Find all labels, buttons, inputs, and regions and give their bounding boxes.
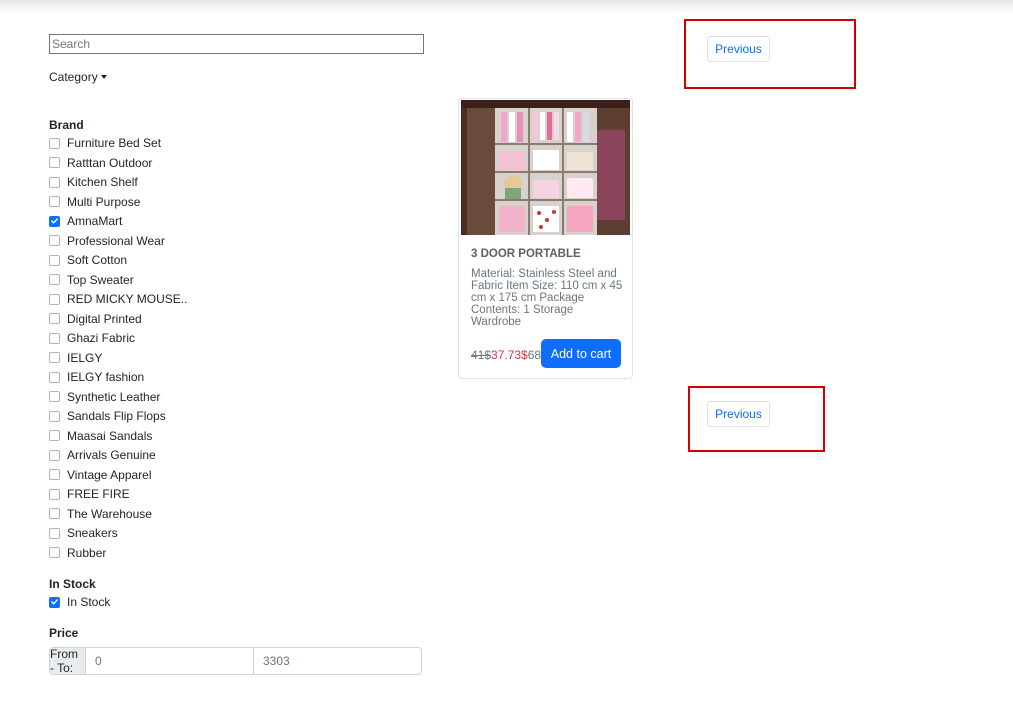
brand-option-label: Ghazi Fabric bbox=[67, 331, 136, 345]
brand-option[interactable]: Kitchen Shelf bbox=[49, 174, 138, 190]
brand-option-label: Soft Cotton bbox=[67, 253, 128, 267]
brand-checkbox[interactable] bbox=[49, 254, 60, 266]
brand-checkbox[interactable] bbox=[49, 332, 60, 344]
brand-option-label: AmnaMart bbox=[67, 214, 123, 228]
category-dropdown[interactable]: Category bbox=[49, 70, 107, 84]
stock-option[interactable]: In Stock bbox=[49, 594, 110, 610]
brand-checkbox[interactable] bbox=[49, 547, 60, 558]
discount-value: 68 bbox=[527, 348, 542, 362]
brand-option[interactable]: Synthetic Leather bbox=[49, 389, 160, 405]
highlight-box-top bbox=[684, 19, 856, 89]
brand-option-label: Ratttan Outdoor bbox=[67, 155, 153, 170]
stock-title: In Stock bbox=[49, 577, 96, 591]
brand-option-label: Digital Printed bbox=[67, 311, 142, 326]
brand-checkbox[interactable] bbox=[49, 469, 60, 480]
category-label: Category bbox=[49, 70, 98, 84]
brand-checkbox[interactable] bbox=[49, 449, 60, 461]
brand-option[interactable]: AmnaMart bbox=[49, 213, 122, 229]
brand-option[interactable]: Arrivals Genuine bbox=[49, 447, 156, 463]
brand-option[interactable]: Sandals Flip Flops bbox=[49, 408, 166, 424]
add-to-cart-button[interactable]: Add to cart bbox=[541, 339, 621, 368]
brand-checkbox[interactable] bbox=[49, 137, 60, 149]
brand-option-label: Synthetic Leather bbox=[67, 389, 161, 404]
brand-option-label: FREE FIRE bbox=[67, 487, 130, 501]
brand-option[interactable]: Ghazi Fabric bbox=[49, 330, 135, 346]
brand-option-label: Professional Wear bbox=[67, 233, 165, 248]
sale-price: 37.73$ bbox=[491, 348, 528, 362]
brand-checkbox[interactable] bbox=[49, 157, 60, 168]
brand-checkbox[interactable] bbox=[49, 371, 60, 383]
brand-option[interactable]: Multi Purpose bbox=[49, 194, 140, 210]
brand-option-label: Sneakers bbox=[67, 526, 118, 540]
top-shadow bbox=[0, 0, 1013, 14]
brand-option[interactable]: Furniture Bed Set bbox=[49, 135, 161, 151]
brand-checkbox[interactable] bbox=[49, 508, 60, 519]
price-range-label: From - To: bbox=[50, 648, 86, 674]
brand-checkbox[interactable] bbox=[49, 293, 60, 305]
brand-checkbox[interactable] bbox=[49, 313, 60, 324]
brand-option[interactable]: Vintage Apparel bbox=[49, 467, 152, 483]
brand-option[interactable]: Rubber bbox=[49, 545, 106, 561]
brand-option[interactable]: Digital Printed bbox=[49, 311, 142, 327]
brand-option-label: Furniture Bed Set bbox=[67, 136, 162, 150]
brand-option[interactable]: FREE FIRE bbox=[49, 486, 130, 502]
brand-checkbox[interactable] bbox=[49, 488, 60, 500]
brand-checkbox[interactable] bbox=[49, 274, 60, 285]
brand-option[interactable]: Maasai Sandals bbox=[49, 428, 152, 444]
brand-checkbox[interactable] bbox=[49, 410, 60, 422]
price-to-input[interactable] bbox=[254, 648, 421, 674]
brand-option[interactable]: Ratttan Outdoor bbox=[49, 155, 152, 171]
brand-option[interactable]: Sneakers bbox=[49, 525, 118, 541]
product-description: Material: Stainless Steel and Fabric Ite… bbox=[471, 268, 623, 328]
search-input[interactable] bbox=[49, 34, 424, 54]
highlight-box-bottom bbox=[688, 386, 825, 452]
checkmark-icon bbox=[51, 599, 58, 605]
brand-option[interactable]: IELGY fashion bbox=[49, 369, 144, 385]
brand-option-label: Rubber bbox=[67, 545, 107, 560]
brand-option-label: The Warehouse bbox=[67, 506, 152, 521]
price-from-input[interactable] bbox=[86, 648, 254, 674]
brand-option-label: Arrivals Genuine bbox=[67, 448, 156, 462]
brand-checkbox[interactable] bbox=[49, 391, 60, 402]
brand-option-label: Multi Purpose bbox=[67, 194, 141, 209]
caret-down-icon bbox=[100, 75, 107, 79]
brand-option-label: RED MICKY MOUSE.. bbox=[67, 292, 188, 306]
stock-option-label: In Stock bbox=[67, 595, 111, 609]
brand-checkbox[interactable] bbox=[49, 196, 60, 207]
brand-option[interactable]: Top Sweater bbox=[49, 272, 134, 288]
brand-option-label: Maasai Sandals bbox=[67, 428, 153, 443]
brand-option[interactable]: Professional Wear bbox=[49, 233, 165, 249]
product-title: 3 DOOR PORTABLE bbox=[471, 248, 581, 260]
price-range-group: From - To: bbox=[49, 647, 422, 675]
brand-checkbox[interactable] bbox=[49, 527, 60, 539]
brand-option-label: Sandals Flip Flops bbox=[67, 409, 166, 423]
brand-option[interactable]: The Warehouse bbox=[49, 506, 152, 522]
brand-checkbox[interactable] bbox=[49, 176, 60, 188]
product-image bbox=[461, 100, 630, 235]
brand-option-label: Kitchen Shelf bbox=[67, 175, 138, 189]
brand-option[interactable]: IELGY bbox=[49, 350, 102, 366]
brand-option-label: IELGY fashion bbox=[67, 370, 145, 384]
brand-checkbox[interactable] bbox=[49, 430, 60, 441]
brand-title: Brand bbox=[49, 118, 84, 132]
brand-checkbox[interactable] bbox=[49, 352, 60, 363]
old-price: 41$ bbox=[471, 348, 492, 362]
product-price: 41$37.73$68 bbox=[471, 348, 541, 362]
brand-option[interactable]: Soft Cotton bbox=[49, 252, 127, 268]
brand-option[interactable]: RED MICKY MOUSE.. bbox=[49, 291, 187, 307]
brand-option-label: Vintage Apparel bbox=[67, 467, 152, 482]
price-title: Price bbox=[49, 626, 79, 640]
checkmark-icon bbox=[51, 218, 58, 224]
brand-checkbox[interactable] bbox=[49, 215, 60, 227]
stock-checkbox[interactable] bbox=[49, 596, 60, 608]
brand-option-label: Top Sweater bbox=[67, 272, 134, 287]
product-card: 3 DOOR PORTABLE Material: Stainless Stee… bbox=[458, 98, 633, 379]
brand-checkbox[interactable] bbox=[49, 235, 60, 246]
brand-option-label: IELGY bbox=[67, 350, 103, 365]
